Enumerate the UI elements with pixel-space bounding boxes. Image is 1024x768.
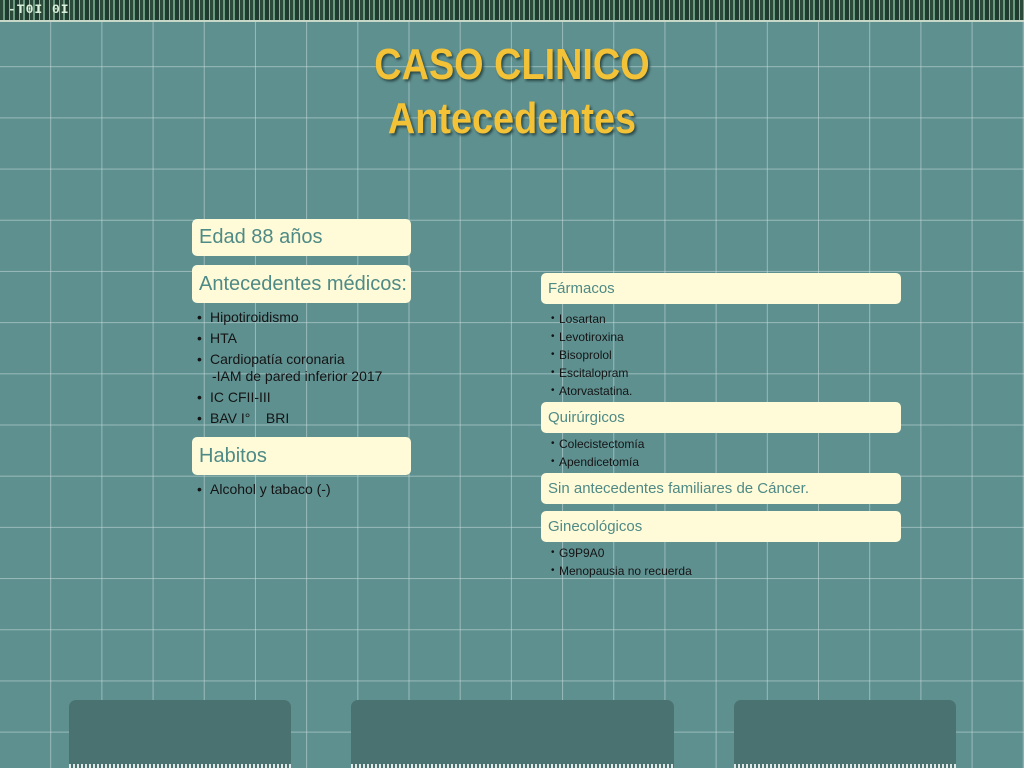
habits-list: Alcohol y tabaco (-) xyxy=(197,481,417,502)
list-item: BAV I° BRI xyxy=(197,410,417,427)
surgical-list: Colecistectomía Apendicetomía xyxy=(551,435,851,471)
medical-history-label: Antecedentes médicos: xyxy=(199,272,407,295)
footer-tab-right xyxy=(734,700,956,768)
gynecologic-list: G9P9A0 Menopausia no recuerda xyxy=(551,544,851,580)
list-item: G9P9A0 xyxy=(551,544,851,562)
surgical-box: Quirúrgicos xyxy=(541,402,901,433)
drugs-box: Fármacos xyxy=(541,273,901,304)
habits-label: Habitos xyxy=(199,444,267,467)
family-history-label: Sin antecedentes familiares de Cáncer. xyxy=(548,480,809,497)
list-item: IC CFII-III xyxy=(197,389,417,406)
footer-tab-center xyxy=(351,700,674,768)
age-box: Edad 88 años xyxy=(192,219,411,256)
gynecologic-label: Ginecológicos xyxy=(548,518,643,535)
list-item: Menopausia no recuerda xyxy=(551,562,851,580)
gynecologic-box: Ginecológicos xyxy=(541,511,901,542)
list-item: Bisoprolol xyxy=(551,346,851,364)
list-item: HTA xyxy=(197,330,417,347)
medical-history-box: Antecedentes médicos: xyxy=(192,265,411,303)
list-item: Cardiopatía coronaria -IAM de pared infe… xyxy=(197,351,417,385)
title-line-1: CASO CLINICO xyxy=(374,40,650,89)
medical-history-list: Hipotiroidismo HTA Cardiopatía coronaria… xyxy=(197,309,417,431)
decorative-top-banner: -T0I 0I xyxy=(0,0,1024,22)
list-item: Hipotiroidismo xyxy=(197,309,417,326)
list-item: Levotiroxina xyxy=(551,328,851,346)
family-history-box: Sin antecedentes familiares de Cáncer. xyxy=(541,473,901,504)
habits-box: Habitos xyxy=(192,437,411,475)
list-item: Losartan xyxy=(551,310,851,328)
list-subitem: -IAM de pared inferior 2017 xyxy=(212,368,383,384)
slide-title: CASO CLINICO Antecedentes xyxy=(72,38,953,146)
list-item: Escitalopram xyxy=(551,364,851,382)
list-item: Alcohol y tabaco (-) xyxy=(197,481,417,498)
banner-text: -T0I 0I xyxy=(8,2,70,17)
drugs-list: Losartan Levotiroxina Bisoprolol Escital… xyxy=(551,310,851,400)
list-item: Atorvastatina. xyxy=(551,382,851,400)
list-item: Colecistectomía xyxy=(551,435,851,453)
age-label: Edad 88 años xyxy=(199,226,323,248)
list-item: Apendicetomía xyxy=(551,453,851,471)
title-line-2: Antecedentes xyxy=(387,94,637,143)
list-item-text: Cardiopatía coronaria xyxy=(210,351,345,367)
footer-tab-left xyxy=(69,700,291,768)
drugs-label: Fármacos xyxy=(548,280,615,297)
surgical-label: Quirúrgicos xyxy=(548,409,625,426)
